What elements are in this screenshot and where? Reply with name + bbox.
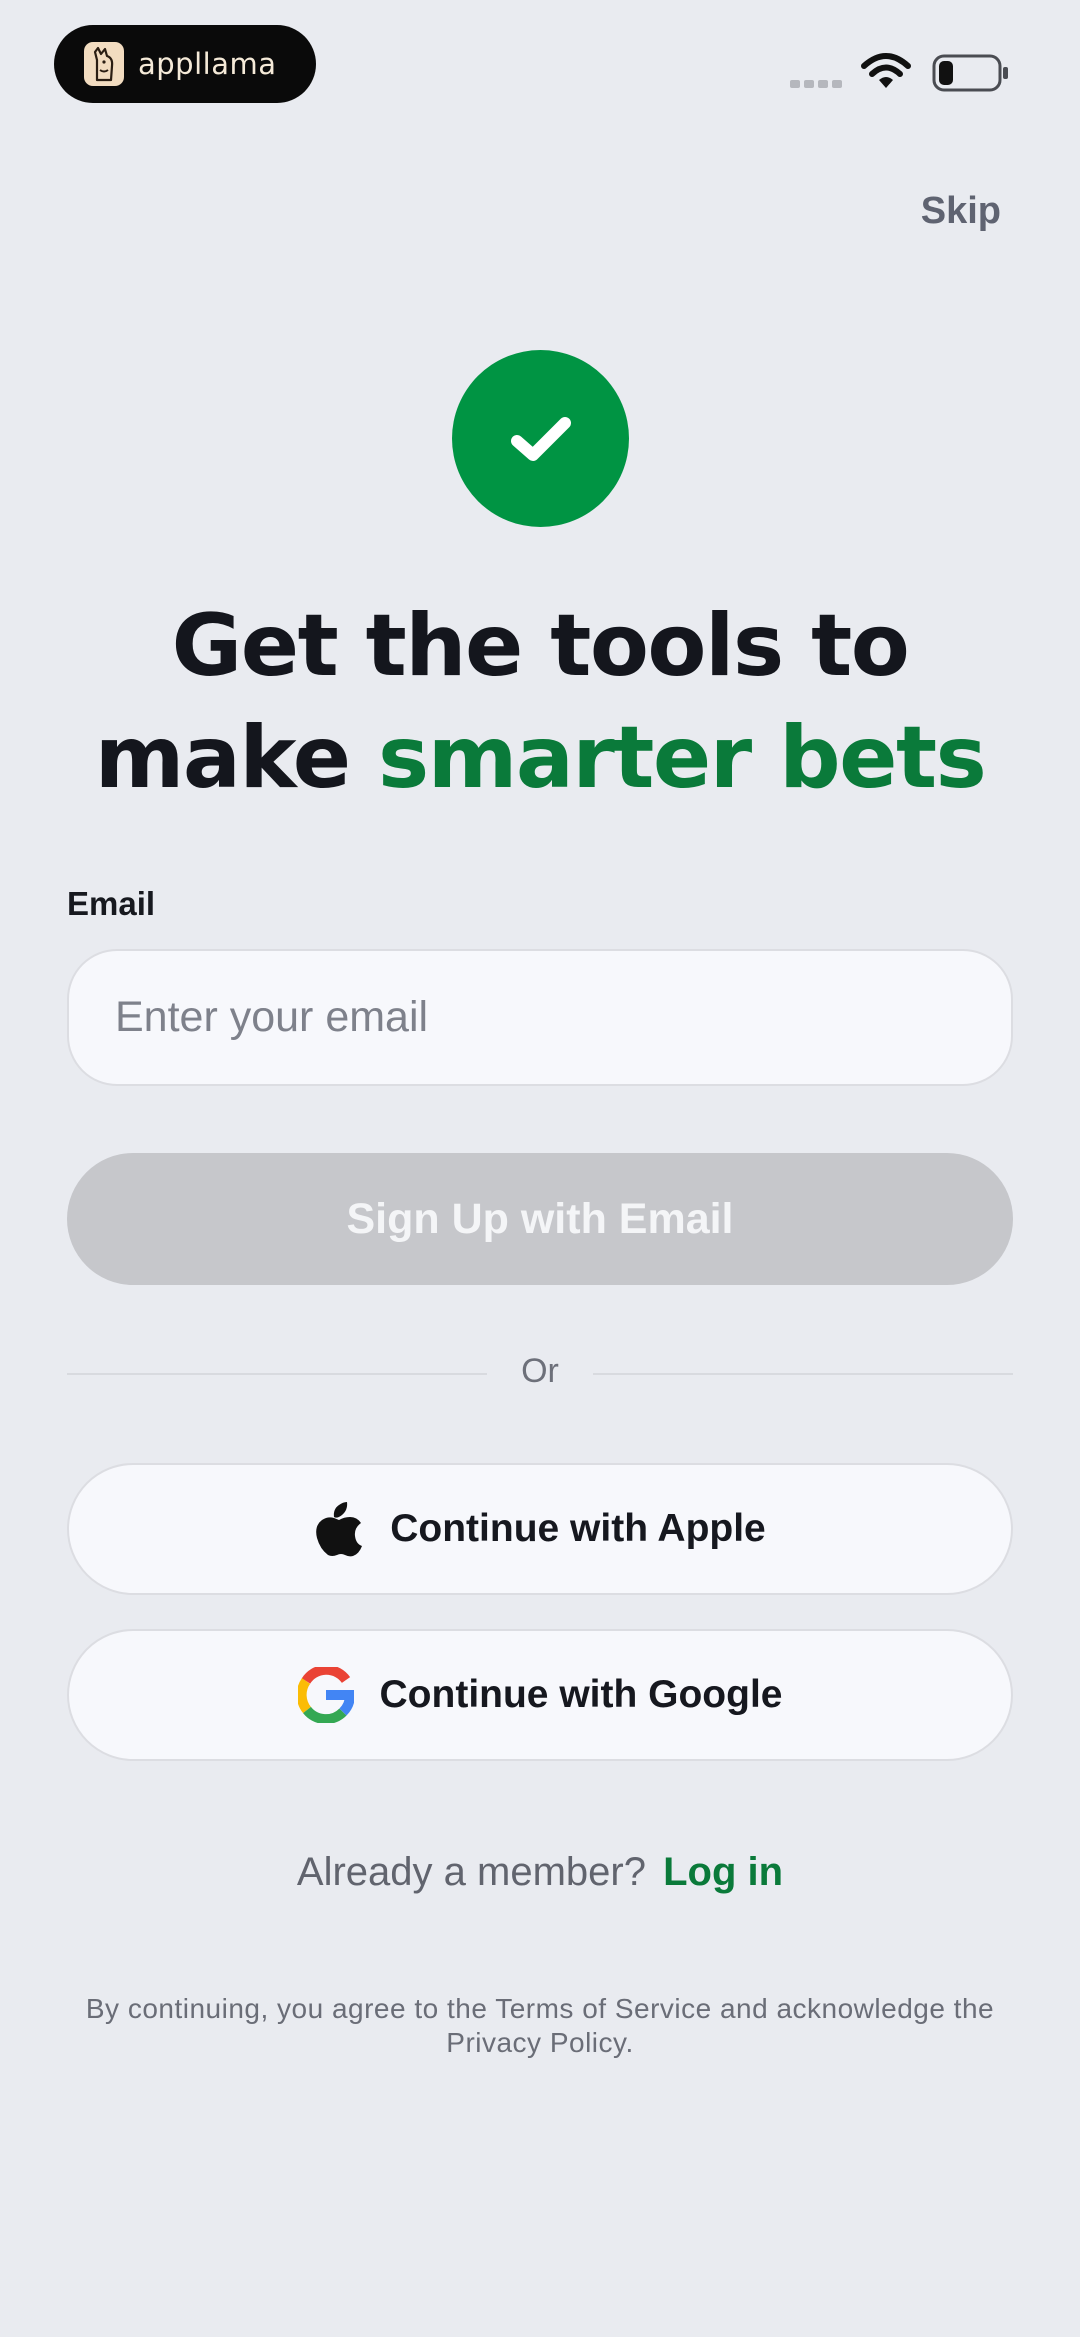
brand-name: appllama <box>138 47 277 81</box>
llama-logo-icon <box>84 42 124 86</box>
checkmark-icon <box>452 350 629 527</box>
email-label: Email <box>67 885 156 922</box>
member-prompt-text: Already a member? <box>296 1850 646 1894</box>
brand-badge: appllama <box>54 25 316 103</box>
skip-button[interactable]: Skip <box>921 190 1001 233</box>
google-button-label: Continue with Google <box>379 1673 783 1716</box>
headline-line-2-plain: make <box>94 708 351 808</box>
apple-icon <box>314 1500 364 1558</box>
continue-with-google-button[interactable]: Continue with Google <box>67 1629 1013 1761</box>
login-link[interactable]: Log in <box>663 1850 783 1894</box>
email-field[interactable] <box>67 949 1013 1086</box>
headline-line-1: Get the tools to <box>171 596 910 696</box>
headline-accent: smarter bets <box>378 708 987 808</box>
status-bar: appllama <box>0 0 1080 130</box>
divider-right <box>593 1373 1013 1375</box>
signal-icon <box>790 80 842 88</box>
signup-email-button[interactable]: Sign Up with Email <box>67 1153 1013 1285</box>
legal-notice: By continuing, you agree to the Terms of… <box>85 1993 995 2058</box>
member-prompt: Already a member? Log in <box>0 1850 1080 1895</box>
apple-button-label: Continue with Apple <box>390 1507 766 1550</box>
battery-icon <box>932 54 1010 97</box>
divider-left <box>67 1373 487 1375</box>
page-title: Get the tools to make smarter bets <box>40 590 1040 814</box>
divider-label: Or <box>521 1352 559 1390</box>
wifi-icon <box>860 52 912 97</box>
google-icon <box>297 1667 354 1723</box>
continue-with-apple-button[interactable]: Continue with Apple <box>67 1463 1013 1595</box>
